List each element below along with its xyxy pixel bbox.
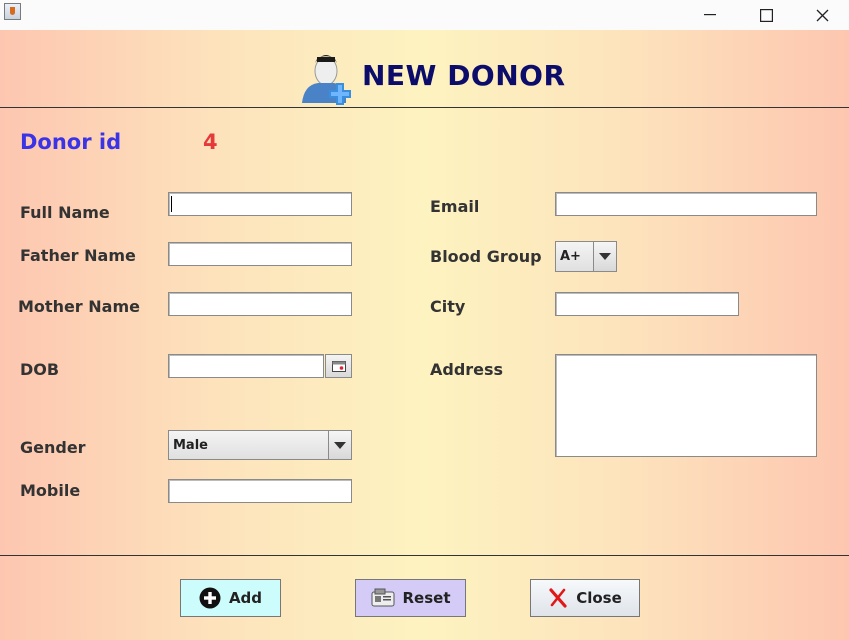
chevron-down-icon[interactable] [328, 431, 351, 459]
donor-form-panel: NEW DONOR Donor id 4 Full Name Father Na… [0, 30, 849, 640]
donor-add-icon [300, 45, 356, 105]
father-name-label: Father Name [20, 246, 136, 265]
mother-name-input[interactable] [168, 292, 352, 316]
calendar-icon [331, 360, 346, 372]
close-button[interactable]: Close [530, 579, 640, 617]
dob-label: DOB [20, 360, 60, 379]
footer-divider [0, 555, 849, 556]
text-caret [171, 196, 172, 212]
minimize-button[interactable] [682, 0, 738, 30]
city-label: City [430, 297, 466, 316]
mobile-label: Mobile [20, 481, 81, 500]
java-app-icon [4, 3, 21, 20]
email-input[interactable] [555, 192, 817, 216]
blood-group-select-value: A+ [556, 242, 593, 271]
date-picker-button[interactable] [325, 354, 352, 378]
reset-button[interactable]: Reset [355, 579, 466, 617]
full-name-label: Full Name [20, 203, 110, 222]
full-name-input[interactable] [168, 192, 352, 216]
add-button[interactable]: Add [180, 579, 281, 617]
mobile-input[interactable] [168, 479, 352, 503]
mother-name-label: Mother Name [18, 297, 140, 316]
donor-id-value: 4 [203, 130, 218, 154]
maximize-button[interactable] [738, 0, 794, 30]
minimize-icon [704, 14, 716, 16]
close-button-label: Close [576, 589, 622, 607]
maximize-icon [759, 8, 773, 22]
father-name-input[interactable] [168, 242, 352, 266]
city-input[interactable] [555, 292, 739, 316]
blood-group-label: Blood Group [430, 247, 542, 266]
close-icon [816, 9, 828, 21]
form-reset-icon [371, 588, 395, 608]
donor-id-label: Donor id [20, 130, 122, 154]
address-textarea[interactable] [555, 354, 817, 457]
dob-input[interactable] [168, 354, 324, 378]
gender-select[interactable]: Male [168, 430, 352, 460]
address-label: Address [430, 360, 504, 379]
add-button-label: Add [228, 589, 263, 607]
blood-group-select[interactable]: A+ [555, 241, 617, 272]
window-titlebar [0, 0, 849, 30]
add-circle-icon [199, 587, 221, 609]
email-label: Email [430, 197, 480, 216]
form-header: NEW DONOR [300, 45, 566, 105]
close-window-button[interactable] [794, 0, 849, 30]
header-divider [0, 107, 849, 108]
gender-label: Gender [20, 438, 86, 457]
close-x-icon [548, 588, 568, 608]
page-title: NEW DONOR [362, 58, 566, 92]
gender-select-value: Male [169, 431, 328, 459]
chevron-down-icon[interactable] [593, 242, 616, 271]
reset-button-label: Reset [402, 589, 451, 607]
